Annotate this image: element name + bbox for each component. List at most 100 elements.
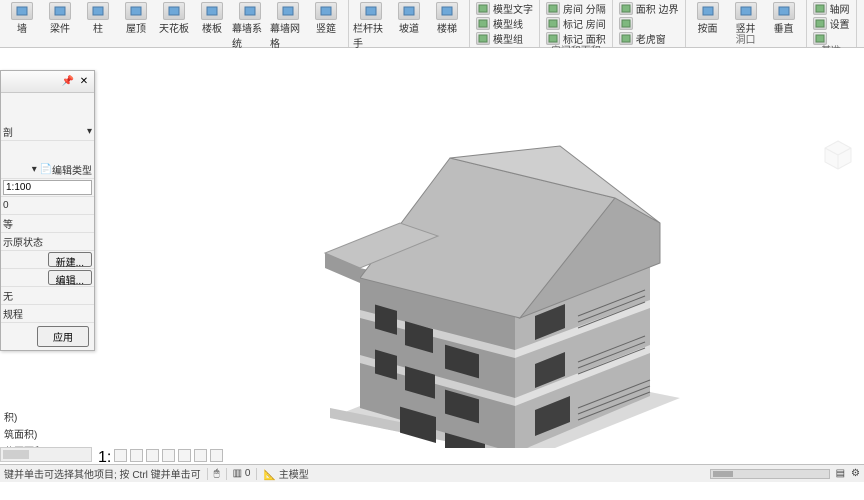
model-canvas[interactable]	[0, 48, 864, 482]
legend-icon	[619, 17, 633, 30]
vc-icon[interactable]	[130, 449, 143, 462]
roof-icon	[125, 2, 147, 20]
curtain-system-button[interactable]: 幕墙系统	[232, 0, 268, 50]
curtain-grid-icon	[277, 2, 299, 20]
apply-button[interactable]: 应用	[37, 326, 89, 347]
legend-button[interactable]	[617, 16, 681, 31]
room-icon	[546, 2, 560, 15]
beam-icon	[49, 2, 71, 20]
status-icon[interactable]: ▤	[836, 468, 845, 479]
area-icon	[546, 32, 560, 45]
hscrollbar[interactable]	[710, 469, 830, 479]
button-label: 梁件	[50, 20, 70, 35]
model-text-icon	[476, 2, 490, 15]
button-label: 垂直	[774, 20, 794, 35]
mullion-button[interactable]: 竖筵	[308, 0, 344, 35]
button-label: 竖筵	[316, 20, 336, 35]
tag-button[interactable]: 标记 房间	[544, 16, 608, 31]
button-label: 面积 边界	[636, 1, 679, 16]
scale-input[interactable]	[3, 180, 92, 195]
panel-row-0: 0	[1, 197, 94, 215]
floor-button[interactable]: 楼板	[194, 0, 230, 35]
vc-icon[interactable]	[162, 449, 175, 462]
button-label: 幕墙系统	[232, 20, 268, 50]
beam-button[interactable]: 梁件	[42, 0, 78, 35]
grid-button[interactable]: 轴网	[811, 1, 852, 16]
railing-button[interactable]: 栏杆扶手	[353, 0, 389, 50]
tree-item[interactable]: 筑面积)	[0, 425, 93, 442]
vc-icon[interactable]	[178, 449, 191, 462]
roof-button[interactable]: 屋顶	[118, 0, 154, 35]
ceiling-button[interactable]: 天花板	[156, 0, 192, 35]
face-icon	[619, 2, 633, 15]
edit-button[interactable]: 编辑...	[48, 270, 92, 285]
column-button[interactable]: 柱	[80, 0, 116, 35]
vc-icon[interactable]	[146, 449, 159, 462]
vc-icon[interactable]	[194, 449, 207, 462]
button-label: 幕墙网格	[270, 20, 306, 50]
panel-row-sep: ▾ 📄 编辑类型	[1, 161, 94, 179]
status-icon[interactable]: ▥ 0	[233, 468, 251, 479]
ribbon-group: 面积 边界老虎窗	[613, 0, 686, 47]
face-button[interactable]: 面积 边界	[617, 1, 681, 16]
scale-label[interactable]: 1:	[98, 449, 111, 462]
ribbon: 墙梁件柱屋顶天花板楼板幕墙系统幕墙网格竖筵构建栏杆扶手坡道楼梯楼梯坡道模型文字模…	[0, 0, 864, 48]
panel-close-icon[interactable]: ✕	[77, 75, 91, 89]
vc-icon[interactable]	[210, 449, 223, 462]
area-button[interactable]: 标记 面积	[544, 31, 608, 46]
button-label: 标记 房间	[563, 16, 606, 31]
button-label: 栏杆扶手	[353, 20, 389, 50]
view-control-bar: 1:	[98, 449, 223, 462]
mullion-icon	[315, 2, 337, 20]
panel-row-3: 无	[1, 287, 94, 305]
button-label: 坡道	[399, 20, 419, 35]
model-line-icon	[476, 17, 490, 30]
status-hint: 键并单击可选择其他项目; 按 Ctrl 键并单击可	[4, 466, 201, 481]
panel-pin-icon[interactable]: 📌	[61, 75, 75, 89]
wall-opening-button[interactable]: 垂直	[766, 0, 802, 35]
curtain-grid-button[interactable]: 幕墙网格	[270, 0, 306, 50]
model-line-button[interactable]: 模型线	[474, 16, 535, 31]
panel-row-4: 规程	[1, 305, 94, 323]
workspace: 📌 ✕ 剖▾ ▾ 📄 编辑类型 0 等 示原状态 新建... 编辑... 无 规…	[0, 48, 864, 482]
status-icon[interactable]: ⚙	[851, 468, 860, 479]
stair-button[interactable]: 楼梯	[429, 0, 465, 35]
model-text-button[interactable]: 模型文字	[474, 1, 535, 16]
button-label: 按面	[698, 20, 718, 35]
set-icon	[813, 17, 827, 30]
status-icon[interactable]: 🖱	[214, 468, 220, 479]
panel-hscrollbar[interactable]	[0, 447, 92, 462]
by-face-icon	[697, 2, 719, 20]
ribbon-group: 轴网设置基准	[807, 0, 857, 47]
house-model	[300, 128, 700, 448]
panel-dropdown[interactable]: 剖▾	[1, 123, 94, 141]
model-group-button[interactable]: 模型组	[474, 31, 535, 46]
floor-icon	[201, 2, 223, 20]
tiger-button[interactable]: 老虎窗	[617, 31, 681, 46]
panel-row-2: 示原状态	[1, 233, 94, 251]
status-icon[interactable]: 📐 主模型	[263, 466, 308, 481]
by-face-button[interactable]: 按面	[690, 0, 726, 35]
group-label: 洞口	[690, 35, 802, 47]
button-label: 房间 分隔	[563, 1, 606, 16]
shaft-button[interactable]: 竖井	[728, 0, 764, 35]
view-cube[interactable]	[822, 138, 854, 170]
button-label: 墙	[17, 20, 27, 35]
button-label: 标记 面积	[563, 31, 606, 46]
ref-button[interactable]	[811, 31, 852, 46]
stair-icon	[436, 2, 458, 20]
grid-icon	[813, 2, 827, 15]
button-label: 设置	[830, 16, 850, 31]
room-button[interactable]: 房间 分隔	[544, 1, 608, 16]
edit-type-label: 编辑类型	[52, 162, 92, 177]
ramp-button[interactable]: 坡道	[391, 0, 427, 35]
properties-panel: 📌 ✕ 剖▾ ▾ 📄 编辑类型 0 等 示原状态 新建... 编辑... 无 规…	[0, 70, 95, 351]
set-button[interactable]: 设置	[811, 16, 852, 31]
vc-icon[interactable]	[114, 449, 127, 462]
ceiling-icon	[163, 2, 185, 20]
wall-button[interactable]: 墙	[4, 0, 40, 35]
new-button[interactable]: 新建...	[48, 252, 92, 267]
tree-item[interactable]: 积)	[0, 408, 93, 425]
button-label: 轴网	[830, 1, 850, 16]
column-icon	[87, 2, 109, 20]
